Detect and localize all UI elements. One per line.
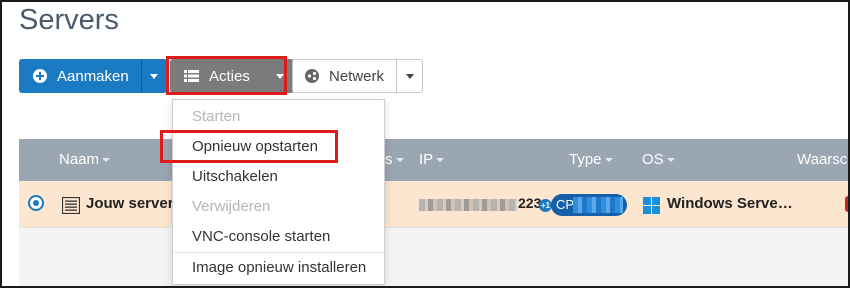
sort-icon bbox=[395, 157, 404, 162]
sort-icon bbox=[436, 157, 445, 162]
type-prefix: CP bbox=[556, 197, 575, 212]
column-header-os[interactable]: OS bbox=[642, 151, 675, 168]
actions-button[interactable]: Acties bbox=[170, 59, 266, 93]
row-select-radio[interactable] bbox=[28, 195, 44, 211]
chevron-down-icon bbox=[275, 73, 284, 79]
network-button[interactable]: Netwerk bbox=[292, 59, 398, 93]
list-icon bbox=[184, 70, 199, 82]
menu-item-start: Starten bbox=[192, 108, 241, 125]
menu-item-vnc-console[interactable]: VNC-console starten bbox=[173, 222, 384, 252]
server-name[interactable]: Jouw server bbox=[86, 195, 174, 212]
column-header-warnings[interactable]: Waarsch bbox=[797, 151, 850, 168]
network-button-group: Netwerk bbox=[292, 59, 424, 93]
create-button-label: Aanmaken bbox=[57, 67, 129, 85]
plus-circle-icon bbox=[33, 69, 47, 83]
actions-button-label: Acties bbox=[209, 67, 250, 85]
warning-indicator bbox=[845, 196, 848, 212]
network-button-label: Netwerk bbox=[329, 67, 385, 85]
page-title: Servers bbox=[19, 4, 119, 36]
type-badge: CP bbox=[551, 194, 627, 216]
ip-address-suffix: 223 bbox=[518, 195, 542, 211]
server-icon bbox=[61, 196, 81, 218]
menu-item-reinstall-image[interactable]: Image opnieuw installeren bbox=[173, 253, 384, 283]
column-header-ip[interactable]: IP bbox=[419, 151, 445, 168]
os-name: Windows Serve… bbox=[667, 195, 793, 212]
menu-item-restart[interactable]: Opnieuw opstarten bbox=[173, 132, 384, 162]
network-dropdown-toggle[interactable] bbox=[397, 59, 424, 93]
table-footer-area bbox=[19, 227, 848, 286]
sort-icon bbox=[666, 157, 675, 162]
sort-icon bbox=[102, 157, 111, 162]
menu-item-shutdown[interactable]: Uitschakelen bbox=[173, 162, 384, 192]
column-header-label: Naam bbox=[59, 151, 100, 168]
column-header-name[interactable]: Naam bbox=[59, 151, 111, 168]
menu-item-delete: Verwijderen bbox=[192, 198, 271, 215]
create-button-group: Aanmaken bbox=[19, 59, 167, 93]
actions-dropdown-toggle[interactable] bbox=[265, 59, 294, 93]
table-row[interactable]: Jouw server 223 +1 CP Windows Serve… bbox=[19, 181, 848, 227]
column-header-label: s bbox=[385, 151, 393, 168]
create-button[interactable]: Aanmaken bbox=[19, 59, 141, 93]
column-header-type[interactable]: Type bbox=[569, 151, 613, 168]
actions-dropdown-menu: Starten Opnieuw opstarten Uitschakelen V… bbox=[172, 99, 385, 285]
windows-icon bbox=[643, 197, 660, 218]
create-dropdown-toggle[interactable] bbox=[140, 59, 167, 93]
ip-address-redacted bbox=[419, 199, 517, 211]
column-header-label: Waarsch bbox=[797, 151, 850, 168]
chevron-down-icon bbox=[405, 73, 414, 79]
column-header-label: IP bbox=[419, 151, 434, 168]
type-redacted bbox=[573, 197, 623, 213]
sort-icon bbox=[604, 157, 613, 162]
column-header-label: OS bbox=[642, 151, 664, 168]
chevron-down-icon bbox=[150, 73, 159, 79]
column-header-label: Type bbox=[569, 151, 602, 168]
actions-button-group: Acties bbox=[170, 59, 294, 93]
column-header-status[interactable]: s bbox=[385, 151, 404, 168]
screenshot-frame: Servers Aanmaken Acties Netwerk Naam s I… bbox=[0, 0, 850, 288]
network-icon bbox=[305, 69, 319, 83]
table-header: Naam s IP Type OS Waarsch bbox=[19, 139, 848, 181]
